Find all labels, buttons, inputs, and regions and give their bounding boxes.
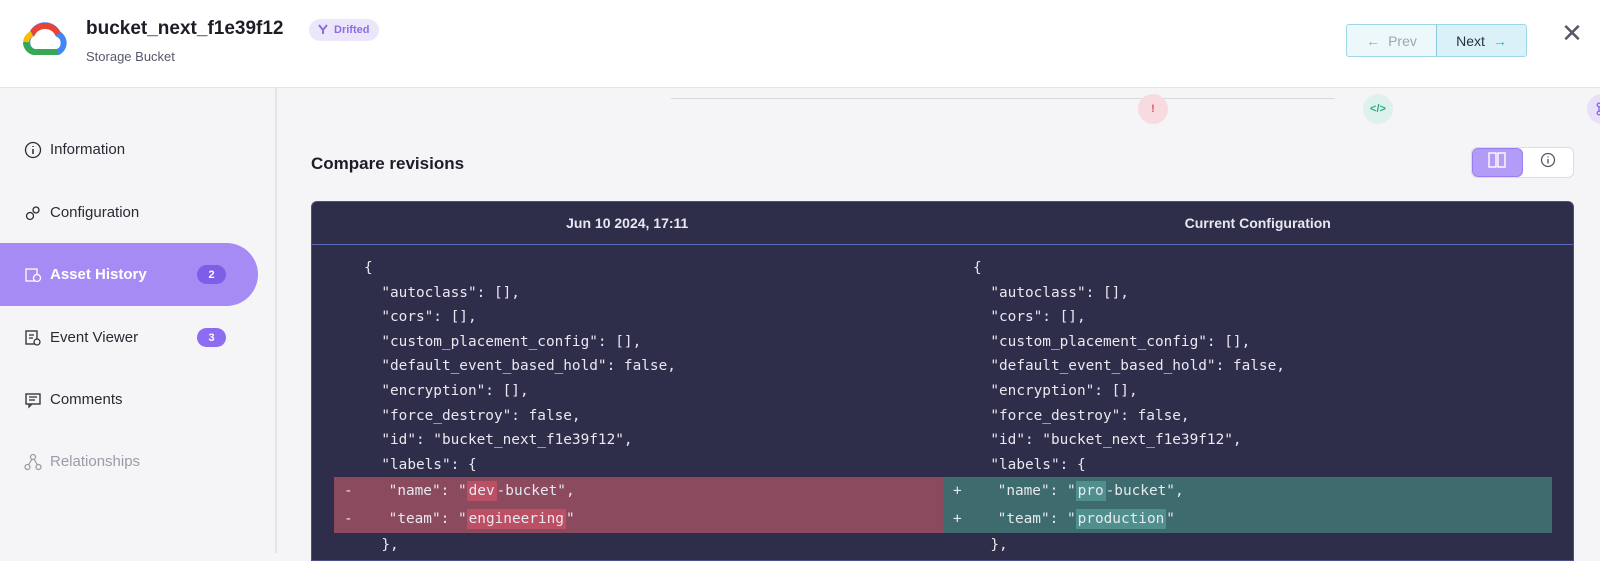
code-line: "id": "bucket_next_f1e39f12",	[364, 432, 633, 449]
sidebar: Information Configuration Asset History …	[0, 88, 277, 553]
prev-label: Prev	[1388, 32, 1417, 49]
sidebar-item-label: Relationships	[50, 453, 141, 470]
code-line: "default_event_based_hold": false,	[973, 358, 1285, 375]
split-view-button[interactable]	[1472, 148, 1523, 177]
drift-status-badge: Drifted	[309, 19, 380, 41]
sidebar-item-event-viewer[interactable]: Event Viewer 3	[0, 306, 258, 369]
drift-icon	[317, 23, 329, 38]
code-step-icon[interactable]: </>	[1363, 94, 1393, 124]
info-view-button[interactable]	[1523, 148, 1573, 177]
sidebar-item-label: Information	[50, 141, 126, 158]
split-view-icon	[1488, 152, 1506, 173]
code-line: "encryption": [],	[973, 382, 1138, 399]
code-line: "custom_placement_config": [],	[364, 333, 642, 350]
code-line: "id": "bucket_next_f1e39f12",	[973, 432, 1242, 449]
sidebar-item-label: Event Viewer	[50, 329, 139, 346]
prev-button[interactable]: ← Prev	[1347, 25, 1436, 56]
asset-type: Storage Bucket	[86, 49, 175, 64]
added-value: pro	[1075, 481, 1106, 502]
header-bar: bucket_next_f1e39f12 Drifted Storage Buc…	[0, 0, 1600, 88]
sidebar-item-relationships[interactable]: Relationships	[0, 430, 258, 493]
diff-body: { "autoclass": [], "cors": [], "custom_p…	[312, 246, 1573, 560]
code-line: "autoclass": [],	[364, 284, 520, 301]
main-panel: ! </> Compare revisions Jun 10 2024, 17:…	[279, 88, 1600, 561]
diff-viewer: Jun 10 2024, 17:11 Current Configuration…	[311, 201, 1574, 561]
code-line: "cors": [],	[364, 309, 477, 326]
pager: ← Prev Next →	[1346, 24, 1527, 57]
stepper: ! </>	[671, 94, 1600, 124]
code-text: "	[1166, 511, 1175, 528]
code-line: },	[364, 537, 399, 554]
close-icon[interactable]: ✕	[1560, 20, 1584, 46]
asset-history-count-badge: 2	[197, 265, 226, 284]
view-toggle	[1471, 147, 1574, 178]
code-line: {	[973, 260, 982, 276]
gears-icon	[24, 204, 42, 222]
code-line: "encryption": [],	[364, 382, 529, 399]
added-line: + "name": " pro -bucket",	[943, 477, 1552, 506]
deleted-line: - "team": " engineering "	[334, 505, 943, 534]
code-line: },	[973, 537, 1008, 554]
code-text: "team": "	[963, 511, 1076, 528]
info-icon	[1540, 152, 1556, 173]
drift-badge-label: Drifted	[334, 24, 370, 36]
section-title: Compare revisions	[311, 154, 465, 173]
code-text: -bucket",	[1105, 483, 1184, 500]
code-line: "force_destroy": false,	[364, 407, 581, 424]
event-icon	[24, 329, 42, 347]
removed-value: engineering	[466, 509, 566, 530]
code-line: "force_destroy": false,	[973, 407, 1190, 424]
sidebar-item-asset-history[interactable]: Asset History 2	[0, 243, 258, 306]
next-label: Next	[1456, 32, 1485, 49]
code-line: "labels": {	[364, 456, 477, 473]
relationships-icon	[24, 453, 42, 471]
minus-marker: -	[344, 483, 353, 500]
sidebar-item-label: Comments	[50, 391, 123, 408]
alert-step-icon[interactable]: !	[1138, 94, 1168, 124]
code-text: "team": "	[354, 511, 467, 528]
next-button[interactable]: Next →	[1436, 25, 1526, 56]
code-text: "name": "	[963, 483, 1076, 500]
diff-header: Jun 10 2024, 17:11 Current Configuration	[312, 202, 1573, 245]
code-line: "default_event_based_hold": false,	[364, 358, 676, 375]
history-icon	[24, 266, 42, 284]
added-value: production	[1075, 509, 1167, 530]
code-text: "	[565, 511, 575, 528]
plus-marker: +	[953, 511, 962, 528]
code-line: "autoclass": [],	[973, 284, 1129, 301]
removed-value: dev	[466, 481, 497, 502]
sidebar-item-configuration[interactable]: Configuration	[0, 181, 258, 244]
google-cloud-logo-icon	[22, 22, 68, 62]
arrow-left-icon: ←	[1366, 32, 1381, 49]
deleted-line: - "name": " dev -bucket",	[334, 477, 943, 506]
plus-marker: +	[953, 483, 962, 500]
added-line: + "team": " production "	[943, 505, 1552, 534]
sidebar-item-comments[interactable]: Comments	[0, 368, 258, 431]
code-line: {	[364, 260, 373, 276]
right-revision-header: Current Configuration	[1184, 215, 1331, 231]
comment-icon	[24, 391, 42, 409]
code-line: "labels": {	[973, 456, 1086, 473]
code-line: "custom_placement_config": [],	[973, 333, 1251, 350]
code-line: "cors": [],	[973, 309, 1086, 326]
left-revision-header: Jun 10 2024, 17:11	[566, 215, 689, 231]
code-text: -bucket",	[496, 483, 575, 500]
arrow-right-icon: →	[1492, 32, 1507, 49]
event-viewer-count-badge: 3	[197, 328, 226, 347]
code-text: "name": "	[354, 483, 467, 500]
info-icon	[24, 141, 42, 159]
minus-marker: -	[344, 511, 353, 528]
sidebar-item-label: Asset History	[50, 266, 147, 283]
sidebar-item-information[interactable]: Information	[0, 118, 258, 181]
sidebar-item-label: Configuration	[50, 204, 140, 221]
left-diff-pane: { "autoclass": [], "cors": [], "custom_p…	[334, 256, 943, 558]
right-diff-pane: { "autoclass": [], "cors": [], "custom_p…	[943, 256, 1552, 558]
branch-step-icon[interactable]	[1587, 94, 1600, 124]
asset-title: bucket_next_f1e39f12	[86, 18, 284, 39]
